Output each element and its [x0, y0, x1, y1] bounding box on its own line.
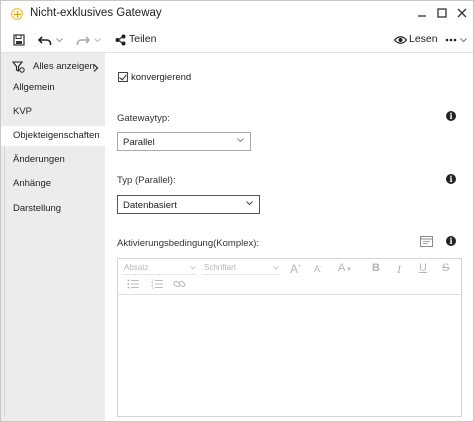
font-color-icon[interactable]: A ▾ [338, 262, 351, 274]
sidebar-item-objekteigenschaften[interactable]: Objekteigenschaften [1, 126, 105, 146]
svg-text:3: 3 [151, 285, 154, 289]
gateway-type-select[interactable]: Parallel [117, 132, 251, 151]
numbered-list-icon[interactable]: 123 [151, 279, 163, 292]
font-family-placeholder: Schriftart [204, 263, 237, 272]
italic-icon[interactable]: I [397, 262, 401, 277]
type-parallel-label: Typ (Parallel): [117, 175, 176, 186]
bullet-list-icon[interactable] [127, 279, 139, 292]
sidebar-item-aenderungen[interactable]: Änderungen [1, 150, 105, 170]
maximize-icon[interactable] [435, 6, 449, 20]
close-icon[interactable] [455, 6, 469, 20]
underline-icon[interactable]: U [419, 262, 427, 274]
redo-icon[interactable] [76, 32, 90, 48]
paragraph-format-placeholder: Absatz [124, 263, 149, 272]
strikethrough-icon[interactable]: S [442, 262, 449, 274]
font-size-decrease-icon[interactable]: A- [314, 264, 322, 274]
type-parallel-info-icon[interactable]: i [446, 174, 456, 184]
undo-dropdown-chevron-icon[interactable] [56, 32, 63, 48]
sidebar-item-darstellung[interactable]: Darstellung [1, 199, 105, 219]
toolbar: Teilen Lesen [1, 28, 473, 53]
bold-icon[interactable]: B [372, 262, 380, 274]
activation-condition-info-icon[interactable]: i [446, 236, 456, 246]
gateway-logo-icon [11, 8, 23, 20]
paragraph-format-select[interactable]: Absatz [122, 263, 196, 275]
minimize-icon[interactable] [415, 6, 429, 20]
activation-condition-label: Aktivierungsbedingung(Komplex): [117, 238, 260, 249]
read-mode-button[interactable]: Lesen [409, 33, 438, 45]
chevron-down-icon [273, 266, 279, 270]
sidebar: Alles anzeigen Allgemein KVP Objekteigen… [1, 53, 105, 421]
window-edge-divider [4, 146, 5, 416]
type-parallel-select[interactable]: Datenbasiert [117, 195, 260, 214]
sidebar-item-label: KVP [13, 106, 33, 117]
font-family-select[interactable]: Schriftart [202, 263, 279, 275]
convergent-checkbox[interactable] [118, 72, 128, 82]
show-all-filter-button[interactable]: Alles anzeigen [1, 57, 105, 77]
properties-window: Nicht-exklusives Gateway Teilen Lesen Al… [0, 0, 474, 422]
chevron-down-icon [246, 201, 253, 206]
chevron-right-icon [93, 64, 99, 72]
sidebar-item-anhaenge[interactable]: Anhänge [1, 174, 105, 194]
more-icon[interactable] [445, 32, 457, 48]
window-title: Nicht-exklusives Gateway [30, 7, 162, 19]
filter-icon [12, 61, 25, 73]
gateway-type-info-icon[interactable]: i [446, 111, 456, 121]
share-icon[interactable] [115, 32, 126, 48]
gateway-type-label: Gatewaytyp: [117, 113, 170, 124]
sidebar-item-label: Objekteigenschaften [13, 130, 100, 141]
sidebar-item-label: Allgemein [13, 82, 55, 93]
share-button[interactable]: Teilen [129, 33, 156, 45]
redo-dropdown-chevron-icon[interactable] [94, 32, 101, 48]
sidebar-item-label: Darstellung [13, 203, 62, 214]
link-icon[interactable] [173, 279, 186, 292]
more-dropdown-chevron-icon[interactable] [460, 32, 467, 48]
sidebar-item-allgemein[interactable]: Allgemein [1, 78, 105, 98]
type-parallel-value: Datenbasiert [123, 200, 177, 211]
title-bar: Nicht-exklusives Gateway [1, 1, 473, 27]
sidebar-item-label: Anhänge [13, 178, 52, 189]
show-all-label: Alles anzeigen [33, 61, 95, 72]
expression-editor-icon[interactable] [420, 236, 433, 250]
main-panel: konvergierend Gatewaytyp: i Parallel Typ… [106, 53, 473, 421]
save-icon[interactable] [13, 32, 25, 48]
chevron-down-icon [190, 266, 196, 270]
sidebar-item-label: Änderungen [13, 154, 65, 165]
sidebar-item-kvp[interactable]: KVP [1, 102, 105, 122]
chevron-down-icon [237, 138, 244, 143]
gateway-type-value: Parallel [123, 137, 155, 148]
font-size-increase-icon[interactable]: A+ [290, 262, 302, 276]
undo-icon[interactable] [38, 32, 52, 48]
eye-icon[interactable] [394, 32, 407, 48]
activation-condition-editor[interactable]: Absatz Schriftart A+ A- A ▾ B I U S 1 2 … [117, 258, 462, 417]
convergent-label: konvergierend [131, 72, 192, 83]
editor-toolbar: Absatz Schriftart A+ A- A ▾ B I U S 1 2 … [118, 259, 461, 295]
